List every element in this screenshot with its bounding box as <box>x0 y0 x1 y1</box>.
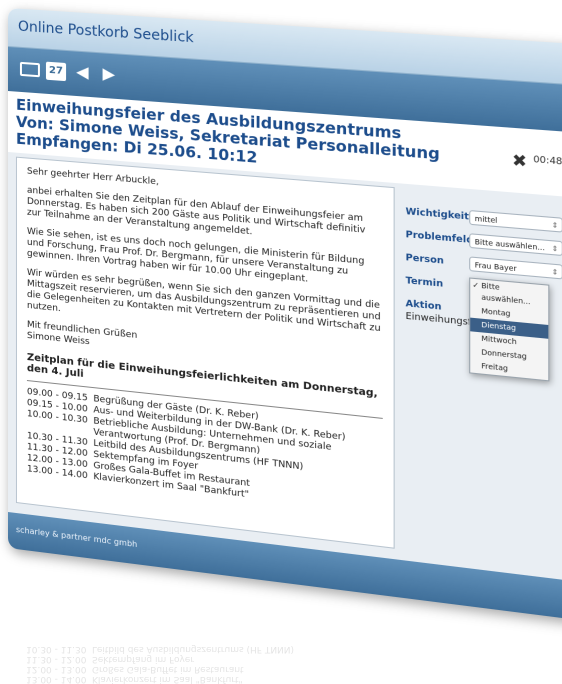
reflection-row: 13.00 - 14.00 Klavierkonzert im Saal "Ban… <box>26 674 554 684</box>
mail-icon[interactable] <box>19 61 40 78</box>
footer-company: scharley & partner mdc gmbh <box>15 524 138 550</box>
scene: Online Postkorb Seeblick 27 ◀ ▶ Einweihu… <box>0 0 562 684</box>
app-window: Online Postkorb Seeblick 27 ◀ ▶ Einweihu… <box>8 8 562 622</box>
schedule-item: Sektempfang im Foyer <box>92 654 195 664</box>
message-body: Sehr geehrter Herr Arbuckle, anbei erhal… <box>15 156 395 549</box>
classification-panel: Wichtigkeit mittel Problemfeld Bitte aus… <box>405 205 562 382</box>
reflection-row: 11.30 - 12.00 Sektempfang im Foyer <box>26 654 554 664</box>
wichtigkeit-label: Wichtigkeit <box>405 206 469 223</box>
close-icon[interactable]: ✖ <box>512 150 527 171</box>
aktion-label: Aktion <box>405 298 442 313</box>
schedule-item: Großes Gala-Buffet im Restaurant <box>92 664 244 674</box>
schedule-time: 12.00 - 13.00 <box>26 664 87 674</box>
wichtigkeit-select[interactable]: mittel <box>469 210 562 233</box>
previous-arrow-icon[interactable]: ◀ <box>76 62 88 82</box>
schedule-time: 11.30 - 12.00 <box>26 654 87 664</box>
reflection-row: 12.00 - 13.00 Großes Gala-Buffet im Resta… <box>26 664 554 674</box>
termin-dropdown[interactable]: Bitte auswählen... Montag Dienstag Mittw… <box>469 277 550 382</box>
schedule-time: 10.30 - 11.30 <box>26 644 87 654</box>
person-label: Person <box>405 252 444 267</box>
termin-label: Termin <box>405 275 444 290</box>
calendar-icon[interactable]: 27 <box>45 61 67 82</box>
schedule-item: Leitbild des Ausbildungszentrums (HF TNN… <box>92 644 295 654</box>
window-reflection: 13.00 - 14.00 Klavierkonzert im Saal "Ban… <box>8 552 554 684</box>
next-arrow-icon[interactable]: ▶ <box>103 64 116 84</box>
content-area: Sehr geehrter Herr Arbuckle, anbei erhal… <box>8 152 562 583</box>
timer: 00:48:05 <box>533 154 562 169</box>
reflection-row: 10.30 - 11.30 Leitbild des Ausbildungszen… <box>26 644 554 654</box>
app-title: Online Postkorb Seeblick <box>17 18 194 47</box>
schedule-time: 13.00 - 14.00 <box>26 674 87 684</box>
problemfeld-label: Problemfeld <box>405 229 474 247</box>
schedule-item: Klavierkonzert im Saal "Bankfurt" <box>92 674 243 684</box>
